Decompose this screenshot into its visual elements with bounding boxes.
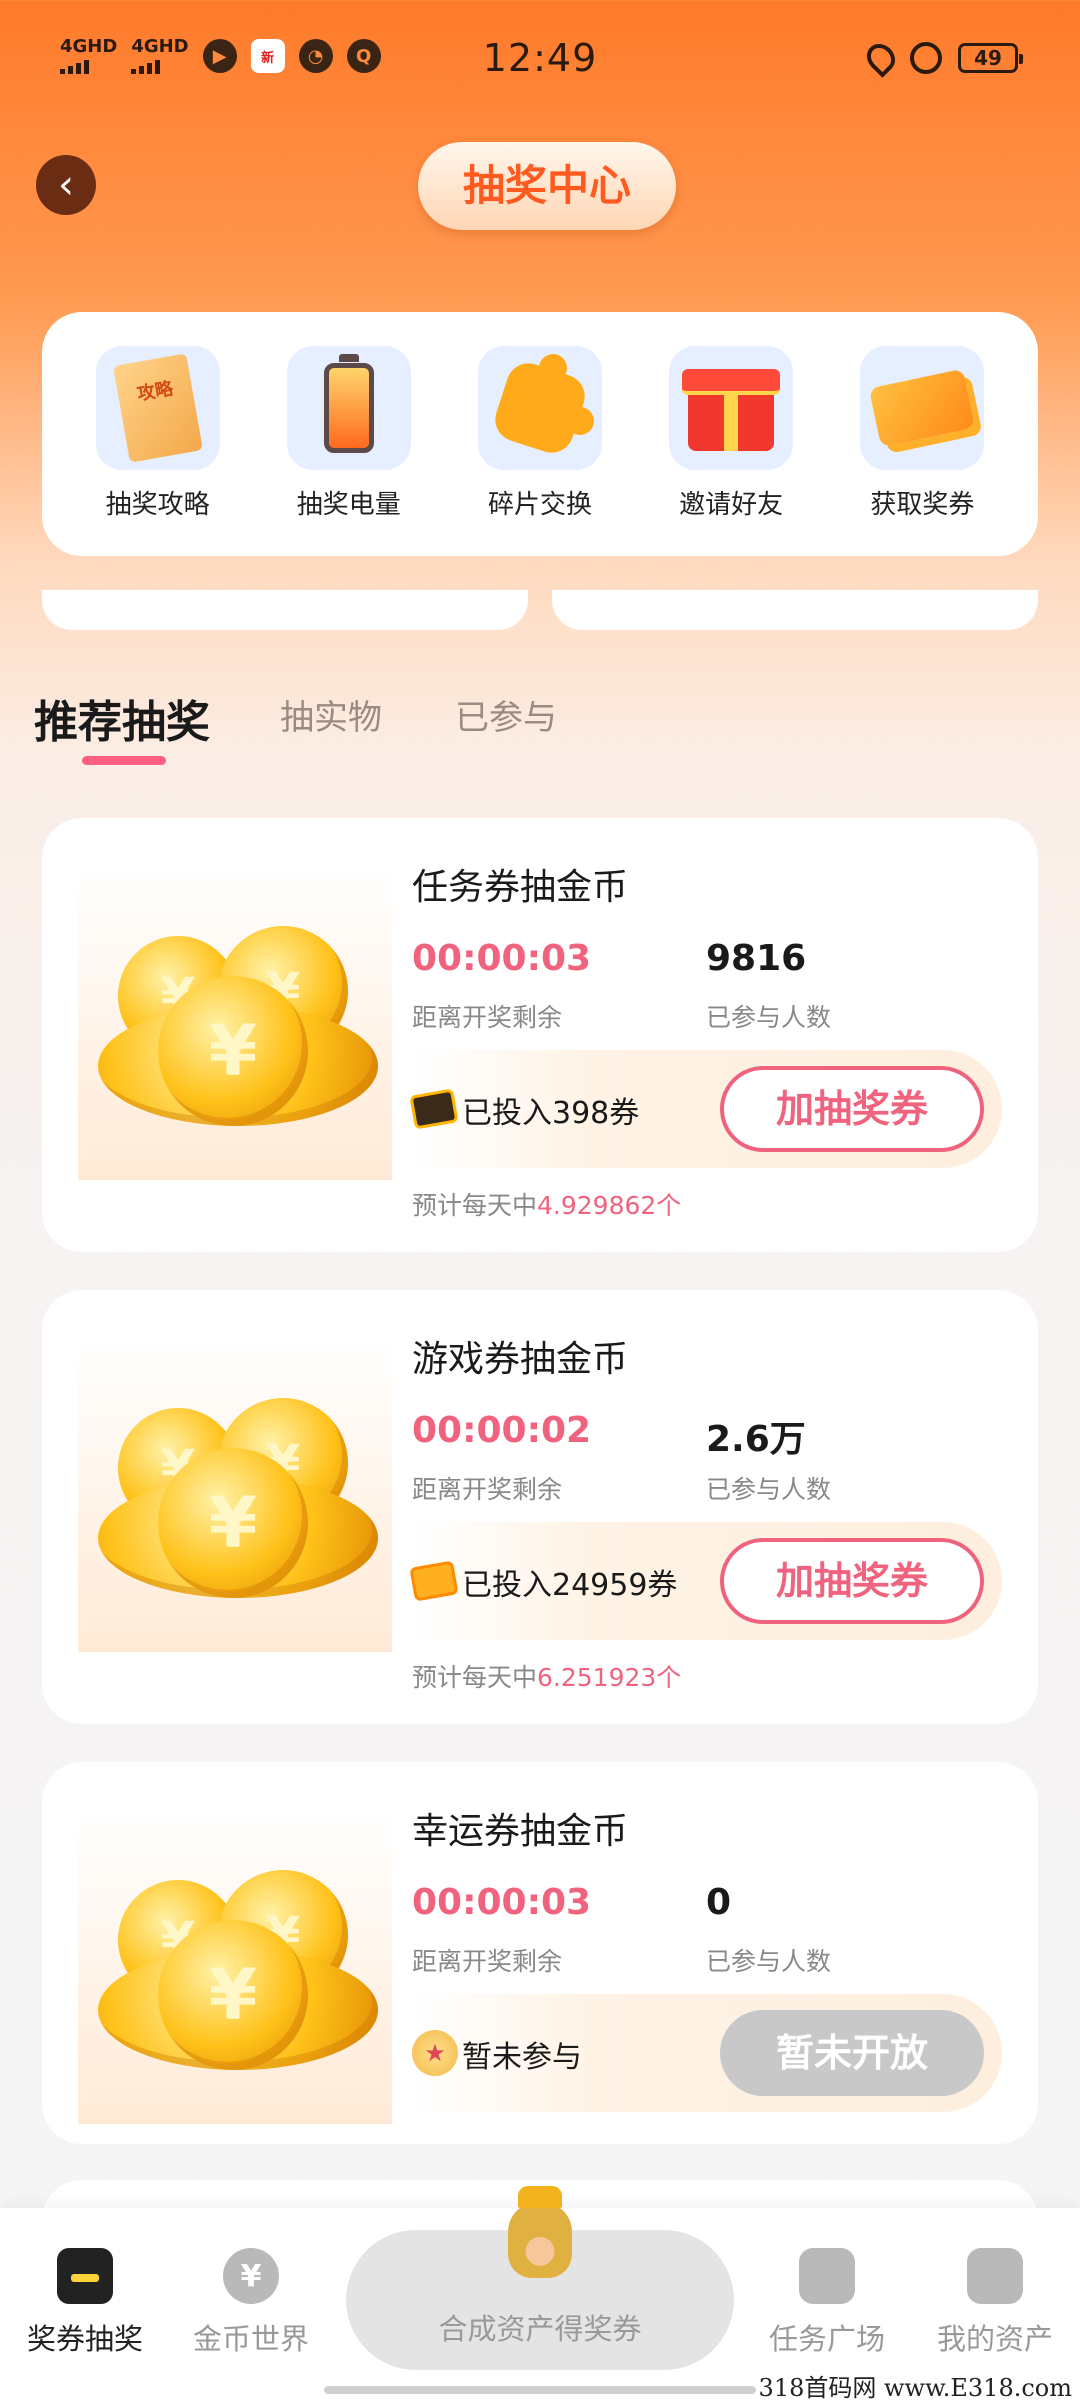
nav-label: 金币世界: [192, 2322, 309, 2356]
quick-item-label: 抽奖攻略: [105, 490, 210, 520]
location-icon: [861, 38, 901, 78]
nav-lottery[interactable]: 奖券抽奖: [0, 2248, 170, 2358]
synthesize-assets-button[interactable]: 合成资产得奖券: [346, 2186, 734, 2370]
quick-item-fragment-exchange[interactable]: 碎片交换: [455, 346, 625, 556]
quick-item-guide[interactable]: 攻略 抽奖攻略: [73, 346, 243, 556]
active-tab-indicator: [82, 756, 166, 765]
monkey-king-mascot-icon: [508, 2186, 572, 2278]
participant-label: 已参与人数: [706, 1947, 832, 1976]
countdown: 00:00:02: [412, 1410, 592, 1451]
page-title: 抽奖中心: [418, 142, 676, 230]
add-ticket-button[interactable]: 加抽奖券: [720, 1538, 984, 1624]
quick-item-energy[interactable]: 抽奖电量: [264, 346, 434, 556]
quick-item-label: 邀请好友: [679, 490, 784, 520]
quick-item-label: 碎片交换: [487, 490, 592, 520]
wallet-icon: [967, 2248, 1023, 2304]
battery-icon: [323, 354, 374, 453]
quick-menu: 攻略 抽奖攻略 抽奖电量 碎片交换 邀请好友 获取奖券: [42, 312, 1038, 556]
ticket-icon: [869, 368, 976, 448]
nav-label: 奖券抽奖: [26, 2322, 143, 2356]
countdown-label: 距离开奖剩余: [412, 1003, 563, 1032]
nav-task-plaza[interactable]: 任务广场: [742, 2248, 912, 2358]
invested-text: 已投入398券: [462, 1096, 640, 1131]
participant-label: 已参与人数: [706, 1003, 832, 1032]
status-bar: 4GHD 4GHD ▶ 新 ◔ Q 12:49 49: [0, 0, 1080, 120]
quick-item-label: 获取奖券: [870, 490, 975, 520]
alarm-icon: [910, 42, 942, 74]
tab-recommended[interactable]: 推荐抽奖: [34, 686, 210, 750]
home-indicator[interactable]: [324, 2386, 756, 2394]
center-button-label: 合成资产得奖券: [438, 2312, 642, 2346]
participant-label: 已参与人数: [706, 1475, 832, 1504]
watermark: 318首码网 www.E318.com: [758, 2374, 1072, 2400]
guide-book-icon: 攻略: [112, 353, 203, 463]
lottery-card[interactable]: ¥ ¥ ¥ 幸运券抽金币 00:00:03 距离开奖剩余 0 已参与人数 ★ 暂…: [42, 1762, 1038, 2144]
card-title: 游戏券抽金币: [412, 1339, 629, 1380]
gold-coins-image: ¥ ¥ ¥: [78, 866, 392, 1180]
partial-panel-left: [42, 590, 528, 630]
gold-coins-image: ¥ ¥ ¥: [78, 1338, 392, 1652]
estimate-text: 预计每天中4.929862个: [412, 1191, 682, 1220]
status-right-icons: 49: [861, 38, 1023, 78]
participant-count: 9816: [706, 938, 807, 979]
estimate-text: 预计每天中6.251923个: [412, 1663, 682, 1692]
lottery-box-icon: [57, 2248, 113, 2304]
card-title: 任务券抽金币: [412, 867, 629, 908]
invested-text: 暂未参与: [462, 2040, 582, 2075]
tab-participated[interactable]: 已参与: [455, 690, 557, 739]
gold-coins-image: ¥ ¥ ¥: [78, 1810, 392, 2124]
star-badge-icon: ★: [412, 2030, 458, 2076]
quick-item-label: 抽奖电量: [296, 490, 401, 520]
gift-icon: [682, 369, 781, 451]
lottery-card[interactable]: ¥ ¥ ¥ 游戏券抽金币 00:00:02 距离开奖剩余 2.6万 已参与人数 …: [42, 1290, 1038, 1724]
puzzle-icon: [489, 357, 591, 459]
participant-count: 0: [706, 1882, 732, 1923]
back-button[interactable]: ‹: [36, 155, 96, 215]
countdown: 00:00:03: [412, 1882, 592, 1923]
yuan-coin-icon: ¥: [223, 2248, 279, 2304]
nav-label: 我的资产: [936, 2322, 1053, 2356]
invested-text: 已投入24959券: [462, 1568, 678, 1603]
partial-panel-right: [552, 590, 1038, 630]
nav-label: 任务广场: [768, 2322, 885, 2356]
countdown-label: 距离开奖剩余: [412, 1947, 563, 1976]
chevron-left-icon: ‹: [58, 162, 74, 208]
card-title: 幸运券抽金币: [412, 1811, 629, 1852]
add-ticket-button[interactable]: 加抽奖券: [720, 1066, 984, 1152]
quick-item-get-tickets[interactable]: 获取奖券: [837, 346, 1007, 556]
battery-icon: 49: [958, 43, 1023, 73]
nav-coin-world[interactable]: ¥ 金币世界: [166, 2248, 336, 2358]
participant-count: 2.6万: [706, 1419, 806, 1460]
countdown-label: 距离开奖剩余: [412, 1475, 563, 1504]
tab-physical-prizes[interactable]: 抽实物: [280, 690, 382, 739]
lottery-card[interactable]: ¥ ¥ ¥ 任务券抽金币 00:00:03 距离开奖剩余 9816 已参与人数 …: [42, 818, 1038, 1252]
countdown: 00:00:03: [412, 938, 592, 979]
quick-item-invite[interactable]: 邀请好友: [646, 346, 816, 556]
nav-my-assets[interactable]: 我的资产: [910, 2248, 1080, 2358]
not-open-button[interactable]: 暂未开放: [720, 2010, 984, 2096]
clipboard-icon: [799, 2248, 855, 2304]
